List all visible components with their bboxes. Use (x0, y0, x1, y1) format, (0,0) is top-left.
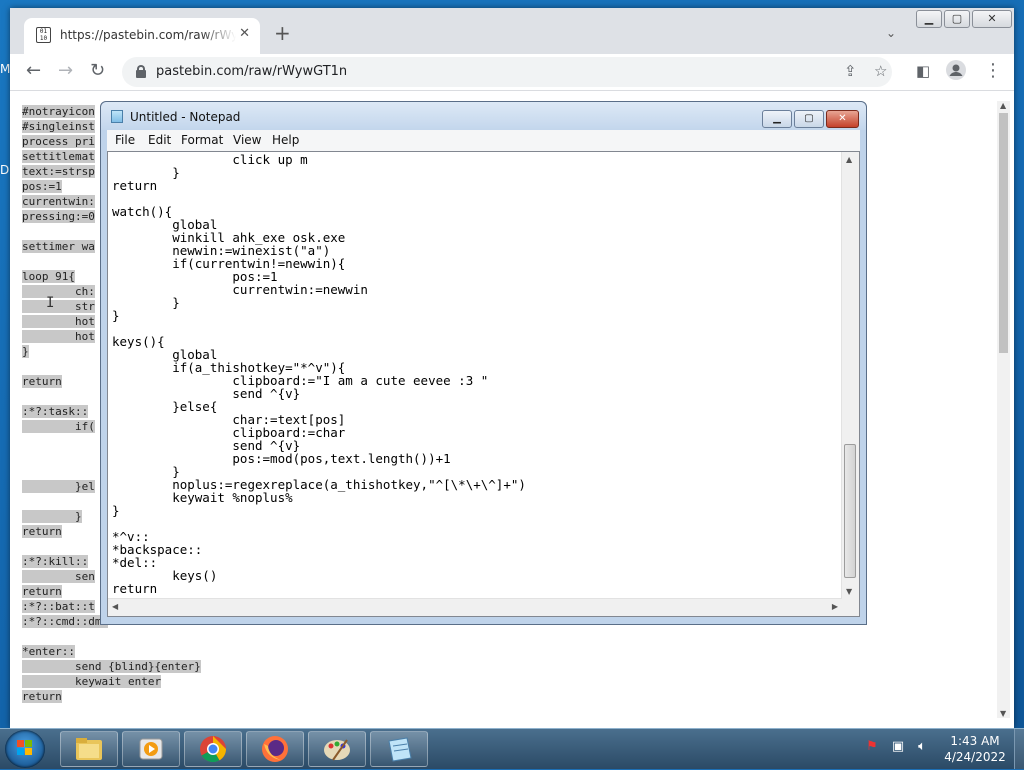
windows-logo-icon (17, 740, 33, 756)
scroll-right-arrow-icon[interactable]: ▶ (832, 602, 838, 611)
scroll-down-arrow-icon[interactable]: ▼ (1000, 709, 1006, 718)
close-window-button[interactable]: ✕ (972, 10, 1012, 28)
notepad-text-area[interactable]: click up m } return watch(){ global winkil… (107, 151, 860, 617)
notepad-icon (388, 737, 412, 762)
desktop-icon-label: M (0, 62, 11, 76)
notepad-menubar: File Edit Format View Help (107, 130, 860, 151)
tab-search-chevron-icon[interactable]: ⌄ (886, 26, 896, 40)
profile-avatar-icon[interactable] (946, 60, 966, 86)
lock-icon[interactable] (136, 65, 146, 78)
desktop-icon-label: D (0, 163, 10, 177)
tab-strip: 0110 https://pastebin.com/raw/rWywGT1n ✕… (10, 8, 1014, 54)
notepad-line (112, 322, 526, 335)
back-arrow-icon[interactable]: ← (26, 60, 41, 82)
taskbar-notepad[interactable] (370, 731, 428, 767)
taskbar-media-player[interactable] (122, 731, 180, 767)
paint-icon (324, 739, 350, 761)
more-options-icon[interactable]: ⋮ (984, 60, 1002, 82)
minimize-button[interactable]: ▁ (916, 10, 942, 28)
notepad-horizontal-scrollbar[interactable]: ◀ ▶ (108, 598, 842, 616)
bookmark-star-icon[interactable]: ☆ (874, 62, 887, 80)
taskbar: ⚑ ▣ 🔈︎ 1:43 AM 4/24/2022 (0, 728, 1024, 769)
notepad-line: *backspace:: (112, 542, 203, 557)
forward-arrow-icon[interactable]: → (58, 60, 73, 82)
explorer-icon (76, 738, 102, 760)
close-tab-icon[interactable]: ✕ (239, 26, 250, 41)
notepad-line: } (112, 295, 180, 310)
show-desktop-button[interactable] (1014, 729, 1024, 769)
scroll-down-arrow-icon[interactable]: ▼ (846, 587, 852, 596)
notepad-line: return (112, 178, 158, 193)
paste-line: *enter:: (22, 645, 75, 658)
scroll-up-arrow-icon[interactable]: ▲ (846, 155, 852, 164)
notepad-scroll-thumb[interactable] (844, 444, 856, 578)
notepad-line: keywait %noplus% (112, 490, 293, 505)
paste-line: return (22, 690, 62, 703)
action-center-flag-icon[interactable]: ⚑ (864, 739, 880, 755)
volume-icon[interactable]: 🔈︎ (914, 739, 930, 755)
taskbar-paint[interactable] (308, 731, 366, 767)
notepad-line (112, 192, 526, 205)
notepad-vertical-scrollbar[interactable]: ▲ ▼ (841, 152, 859, 599)
menu-view[interactable]: View (233, 133, 261, 147)
menu-edit[interactable]: Edit (148, 133, 171, 147)
start-button[interactable] (5, 730, 45, 768)
page-scrollbar[interactable]: ▲ ▼ (997, 101, 1010, 718)
network-icon[interactable]: ▣ (890, 739, 906, 755)
menu-format[interactable]: Format (181, 133, 223, 147)
text-cursor-icon: I (46, 295, 55, 311)
notepad-icon (111, 110, 123, 123)
maximize-button[interactable]: ▢ (944, 10, 970, 28)
reload-icon[interactable]: ↻ (90, 60, 105, 82)
new-tab-button[interactable]: + (274, 23, 291, 43)
taskbar-firefox[interactable] (246, 731, 304, 767)
clock-date: 4/24/2022 (944, 750, 1006, 764)
notepad-titlebar[interactable]: Untitled - Notepad ▁ ▢ ✕ (101, 102, 866, 130)
notepad-line: } (112, 308, 120, 323)
scroll-left-arrow-icon[interactable]: ◀ (112, 602, 118, 611)
scroll-up-arrow-icon[interactable]: ▲ (1000, 101, 1006, 110)
menu-file[interactable]: File (115, 133, 135, 147)
notepad-window: Untitled - Notepad ▁ ▢ ✕ File Edit Forma… (100, 101, 867, 625)
chrome-icon (200, 736, 227, 763)
clock-time: 1:43 AM (950, 734, 1000, 748)
notepad-minimize-button[interactable]: ▁ (762, 110, 792, 128)
address-bar[interactable]: pastebin.com/raw/rWywGT1n ⇪ ☆ (122, 57, 892, 87)
pastebin-favicon-icon: 01 10 (36, 27, 51, 43)
taskbar-clock[interactable]: 1:43 AM 4/24/2022 (940, 733, 1010, 765)
side-panel-icon[interactable]: ◧ (916, 60, 930, 82)
tab-title: https://pastebin.com/raw/rWywGT1n (60, 28, 236, 42)
notepad-line: keys() (112, 568, 218, 583)
menu-help[interactable]: Help (272, 133, 299, 147)
share-icon[interactable]: ⇪ (844, 62, 857, 80)
notepad-title: Untitled - Notepad (130, 110, 241, 124)
notepad-text[interactable]: click up m } return watch(){ global winkil… (112, 153, 526, 595)
notepad-line: return (112, 581, 158, 596)
paste-line (22, 629, 201, 644)
notepad-line: } (112, 165, 180, 180)
page-scroll-thumb[interactable] (999, 113, 1008, 353)
notepad-line: } (112, 503, 120, 518)
paste-line: send {blind}{enter} (22, 660, 201, 673)
taskbar-chrome[interactable] (184, 731, 242, 767)
notepad-line (112, 517, 526, 530)
size-grip[interactable] (842, 599, 859, 616)
browser-tab[interactable]: 0110 https://pastebin.com/raw/rWywGT1n ✕ (24, 18, 260, 54)
browser-toolbar: ← → ↻ pastebin.com/raw/rWywGT1n ⇪ ☆ ◧ ⋮ (10, 54, 1014, 91)
paste-line: keywait enter (22, 675, 162, 688)
taskbar-explorer[interactable] (60, 731, 118, 767)
notepad-close-button[interactable]: ✕ (826, 110, 859, 128)
url-text[interactable]: pastebin.com/raw/rWywGT1n (156, 64, 347, 79)
notepad-maximize-button[interactable]: ▢ (794, 110, 824, 128)
firefox-icon (262, 736, 288, 762)
media-player-icon (139, 738, 163, 760)
